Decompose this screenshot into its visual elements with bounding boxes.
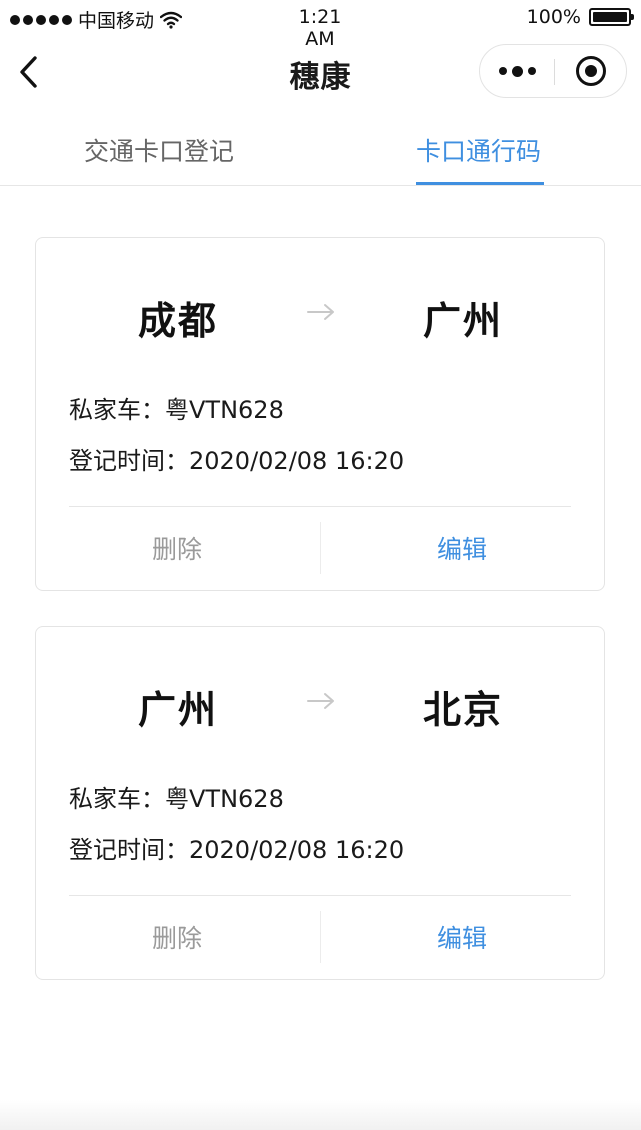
destination-city: 北京 <box>423 688 504 732</box>
card-divider <box>69 895 571 896</box>
origin-city: 成都 <box>138 299 219 343</box>
bottom-edge <box>0 1100 641 1130</box>
signal-icon <box>10 14 72 25</box>
action-divider <box>320 911 321 963</box>
vehicle-info: 私家车：粤VTN628 <box>69 396 284 424</box>
record-card: 广州 北京 私家车：粤VTN628 登记时间：2020/02/08 16:20 … <box>35 626 605 980</box>
delete-button[interactable]: 删除 <box>152 530 202 566</box>
record-card: 成都 广州 私家车：粤VTN628 登记时间：2020/02/08 16:20 … <box>35 237 605 591</box>
tab-bar: 交通卡口登记 卡口通行码 <box>0 108 641 186</box>
status-left: 中国移动 <box>10 6 183 33</box>
delete-button[interactable]: 删除 <box>152 919 202 955</box>
origin-city: 广州 <box>138 688 219 732</box>
status-bar: 中国移动 1:21 AM 100% <box>0 0 641 50</box>
registration-time: 登记时间：2020/02/08 16:20 <box>69 836 405 864</box>
edit-button[interactable]: 编辑 <box>437 919 487 955</box>
active-tab-indicator <box>416 182 544 185</box>
battery-percent: 100% <box>526 6 581 28</box>
registration-time: 登记时间：2020/02/08 16:20 <box>69 447 405 475</box>
battery-icon <box>589 8 634 26</box>
tab-traffic-registration[interactable]: 交通卡口登记 <box>84 132 234 168</box>
wifi-icon <box>160 11 183 29</box>
action-divider <box>320 522 321 574</box>
more-dots-icon <box>498 67 507 75</box>
card-divider <box>69 506 571 507</box>
nav-bar: 穗康 <box>0 36 641 108</box>
arrow-right-icon <box>307 304 334 320</box>
tab-pass-code[interactable]: 卡口通行码 <box>416 132 541 168</box>
vehicle-info: 私家车：粤VTN628 <box>69 785 284 813</box>
target-circle-icon <box>576 56 606 86</box>
screen: 中国移动 1:21 AM 100% 穗康 交通卡口登记 卡口通行码 成都 广州 … <box>0 0 641 1130</box>
edit-button[interactable]: 编辑 <box>437 530 487 566</box>
more-button[interactable] <box>480 45 554 97</box>
arrow-right-icon <box>307 693 334 709</box>
close-button[interactable] <box>555 45 627 97</box>
carrier-label: 中国移动 <box>78 10 155 32</box>
mini-program-capsule <box>479 44 627 98</box>
destination-city: 广州 <box>423 299 504 343</box>
status-right: 100% <box>526 6 634 28</box>
